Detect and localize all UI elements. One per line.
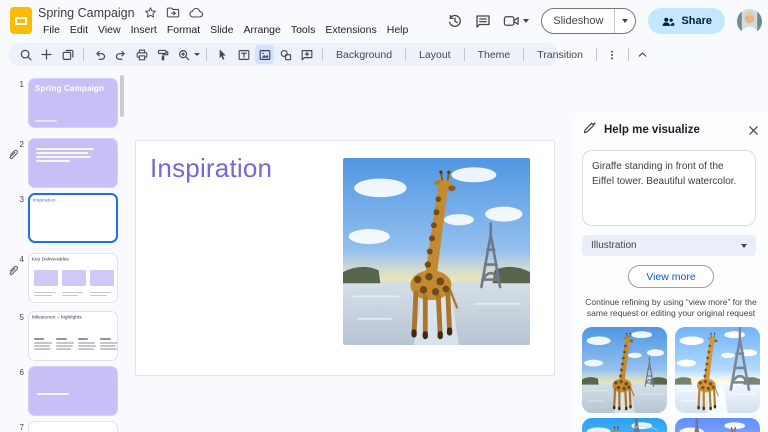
menu-tools[interactable]: Tools — [286, 23, 321, 37]
slide-thumbnail-5[interactable]: Milestones – highlights — [28, 311, 118, 361]
slide-title-text[interactable]: Inspiration — [150, 153, 272, 184]
insert-image-icon[interactable] — [255, 45, 274, 64]
view-more-button[interactable]: View more — [628, 265, 713, 288]
slides-logo[interactable] — [10, 7, 32, 34]
help-me-visualize-panel: Help me visualize Giraffe standing in fr… — [572, 112, 768, 432]
close-panel-icon[interactable] — [747, 124, 760, 137]
more-options-icon[interactable] — [603, 45, 622, 64]
menu-file[interactable]: File — [38, 23, 65, 37]
slide-thumbnail-7[interactable] — [28, 421, 118, 432]
add-comment-icon[interactable] — [297, 45, 316, 64]
thumb-title: Inspiration — [30, 195, 77, 203]
slide-thumbnail-3-selected[interactable]: Inspiration — [28, 193, 118, 243]
result-image-4[interactable] — [675, 418, 760, 432]
result-image-2[interactable] — [675, 327, 760, 413]
new-slide-icon[interactable] — [37, 45, 56, 64]
menu-slide[interactable]: Slide — [205, 23, 238, 37]
generated-results-grid — [582, 327, 760, 432]
slide-number: 5 — [10, 313, 24, 322]
result-image-1[interactable] — [582, 327, 667, 413]
user-avatar[interactable] — [737, 9, 762, 34]
slide-number: 1 — [10, 80, 24, 89]
slide-thumbnail-4[interactable]: Key Deliverables — [28, 253, 118, 303]
share-button[interactable]: Share — [648, 8, 725, 34]
slide-number: 6 — [10, 368, 24, 377]
select-cursor-icon[interactable] — [213, 45, 232, 64]
meet-camera-button[interactable] — [503, 14, 529, 28]
slide-number: 4 — [10, 255, 24, 264]
menu-view[interactable]: View — [93, 23, 126, 37]
refine-caption: Continue refining by using “view more” f… — [582, 297, 760, 320]
star-icon[interactable] — [144, 6, 157, 19]
transition-button[interactable]: Transition — [530, 49, 590, 61]
background-button[interactable]: Background — [329, 49, 399, 61]
top-bar: Spring Campaign File Edit View Insert Fo… — [0, 0, 768, 42]
result-image-3[interactable] — [582, 418, 667, 432]
slideshow-options-button[interactable] — [615, 9, 635, 33]
slideshow-button[interactable]: Slideshow — [542, 9, 615, 33]
attachment-paperclip-icon — [7, 148, 20, 166]
magic-pencil-icon — [582, 120, 597, 140]
menu-edit[interactable]: Edit — [65, 23, 93, 37]
thumb-title: Milestones – highlights — [29, 312, 77, 320]
menu-insert[interactable]: Insert — [126, 23, 162, 37]
thumb-title: Spring Campaign — [29, 79, 117, 93]
google-slides-app: Spring Campaign File Edit View Insert Fo… — [0, 0, 768, 432]
zoom-icon[interactable] — [174, 45, 193, 64]
slide-number: 7 — [10, 423, 24, 432]
layout-button[interactable]: Layout — [412, 49, 458, 61]
redo-icon[interactable] — [111, 45, 130, 64]
dropdown-caret-icon — [741, 244, 747, 248]
menu-format[interactable]: Format — [162, 23, 205, 37]
document-title[interactable]: Spring Campaign — [38, 6, 135, 20]
slide-number: 3 — [10, 195, 24, 204]
slide-filmstrip: 1 Spring Campaign 2 3 Inspiration — [0, 68, 127, 432]
filmstrip-scrollbar[interactable] — [120, 75, 124, 117]
panel-title: Help me visualize — [604, 124, 740, 136]
style-dropdown[interactable]: Illustration — [582, 235, 756, 256]
toolbar: Background Layout Theme Transition — [8, 43, 558, 66]
attachment-paperclip-icon — [7, 264, 20, 282]
slide-thumbnail-6[interactable] — [28, 366, 118, 416]
slide-giraffe-image[interactable] — [343, 158, 530, 345]
slide-thumbnail-2[interactable] — [28, 138, 118, 188]
slide-canvas[interactable]: Inspiration — [135, 140, 555, 376]
menu-bar: File Edit View Insert Format Slide Arran… — [38, 23, 413, 37]
people-share-icon — [661, 15, 675, 28]
undo-icon[interactable] — [90, 45, 109, 64]
zoom-caret-icon[interactable] — [194, 53, 200, 56]
text-box-icon[interactable] — [234, 45, 253, 64]
move-folder-icon[interactable] — [166, 6, 180, 19]
camera-options-caret-icon[interactable] — [523, 19, 529, 23]
duplicate-icon[interactable] — [58, 45, 77, 64]
search-menus-icon[interactable] — [16, 45, 35, 64]
print-icon[interactable] — [132, 45, 151, 64]
paint-format-icon[interactable] — [153, 45, 172, 64]
menu-help[interactable]: Help — [382, 23, 414, 37]
menu-arrange[interactable]: Arrange — [238, 23, 285, 37]
version-history-icon[interactable] — [447, 13, 463, 29]
slideshow-split-button: Slideshow — [541, 8, 636, 34]
slide-thumbnail-1[interactable]: Spring Campaign — [28, 78, 118, 128]
comment-history-icon[interactable] — [475, 13, 491, 29]
theme-button[interactable]: Theme — [471, 49, 518, 61]
cloud-saved-icon[interactable] — [189, 7, 204, 19]
hide-menus-icon[interactable] — [633, 45, 652, 64]
insert-shape-icon[interactable] — [276, 45, 295, 64]
share-label: Share — [681, 15, 712, 27]
prompt-textarea[interactable]: Giraffe standing in front of the Eiffel … — [582, 150, 756, 226]
style-dropdown-value: Illustration — [591, 240, 637, 251]
thumb-title: Key Deliverables — [29, 254, 77, 262]
menu-extensions[interactable]: Extensions — [320, 23, 381, 37]
